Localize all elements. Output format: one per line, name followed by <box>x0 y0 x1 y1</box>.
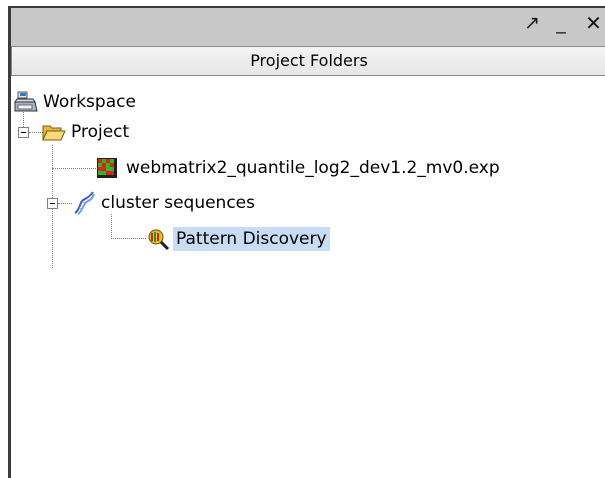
panel-titlebar[interactable] <box>11 8 605 46</box>
tree-connector <box>29 132 43 133</box>
minimize-icon[interactable]: _ <box>549 10 573 36</box>
panel-header: Project Folders <box>11 46 605 76</box>
project-label: Project <box>71 122 130 142</box>
panel-title: Project Folders <box>250 51 368 70</box>
float-icon[interactable]: ↗ <box>521 10 543 36</box>
pattern-discovery-label: Pattern Discovery <box>173 227 330 251</box>
tree-node-cluster-sequences[interactable]: cluster sequences <box>73 188 258 218</box>
tree-node-pattern-discovery[interactable]: Pattern Discovery <box>147 224 330 254</box>
tree-connector <box>58 203 72 204</box>
folder-tree: Workspace Project webmatrix2_quantile_lo… <box>11 77 605 478</box>
cluster-collapse-toggle[interactable] <box>47 198 58 209</box>
project-collapse-toggle[interactable] <box>18 127 29 138</box>
tree-node-project[interactable]: Project <box>42 117 132 147</box>
folder-open-icon <box>42 122 66 142</box>
cluster-sequences-label: cluster sequences <box>101 193 255 213</box>
workspace-icon <box>14 91 38 113</box>
experiment-label: webmatrix2_quantile_log2_dev1.2_mv0.exp <box>126 158 500 178</box>
close-icon[interactable]: ✕ <box>582 10 605 36</box>
tree-connector <box>111 238 146 239</box>
tree-node-workspace[interactable]: Workspace <box>14 87 139 117</box>
workspace-label: Workspace <box>43 92 136 112</box>
pattern-discovery-icon <box>147 228 171 251</box>
tree-connector <box>52 168 96 169</box>
project-folders-panel: ↗ _ ✕ Project Folders Workspace Project … <box>0 0 605 478</box>
tree-node-experiment[interactable]: webmatrix2_quantile_log2_dev1.2_mv0.exp <box>97 153 503 183</box>
dna-icon <box>73 191 95 215</box>
heatmap-icon <box>97 158 117 178</box>
